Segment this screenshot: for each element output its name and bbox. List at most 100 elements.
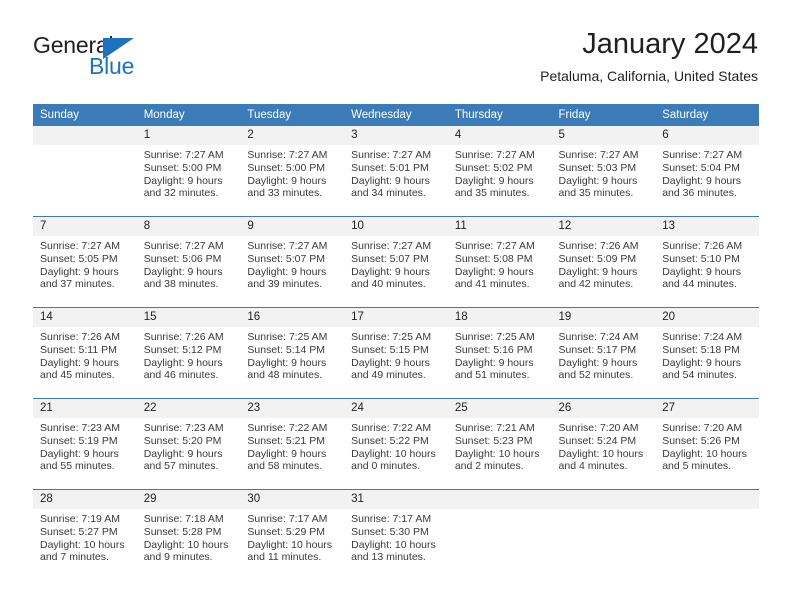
daylight-text-line2: and 39 minutes.	[247, 278, 323, 291]
day-details: Sunrise: 7:25 AM Sunset: 5:14 PM Daylight:…	[240, 327, 344, 382]
calendar-day-cell[interactable]: 8 Sunrise: 7:27 AM Sunset: 5:06 PM Daylight…	[136, 216, 241, 308]
sunset-text: Sunset: 5:15 PM	[351, 343, 429, 356]
calendar-day-cell[interactable]: 3 Sunrise: 7:27 AM Sunset: 5:01 PM Daylight…	[344, 126, 448, 217]
daylight-text-line1: Daylight: 9 hours	[143, 174, 223, 187]
calendar-day-cell[interactable]: 12 Sunrise: 7:26 AM Sunset: 5:09 PM Dayligh…	[551, 216, 656, 308]
day-details: Sunrise: 7:27 AM Sunset: 5:01 PM Daylight:…	[344, 145, 448, 200]
daylight-text-line1: Daylight: 9 hours	[247, 265, 327, 278]
sunrise-text: Sunrise: 7:27 AM	[454, 149, 535, 161]
sunset-text: Sunset: 5:10 PM	[662, 252, 740, 265]
day-details: Sunrise: 7:21 AM Sunset: 5:23 PM Daylight:…	[448, 418, 552, 473]
daylight-text-line2: and 44 minutes.	[662, 278, 737, 291]
calendar-day-cell[interactable]: 23 Sunrise: 7:22 AM Sunset: 5:21 PM Dayligh…	[240, 398, 345, 490]
day-number: 15	[136, 308, 241, 327]
calendar-cell-empty	[33, 126, 137, 217]
daylight-text-line1: Daylight: 10 hours	[454, 447, 540, 460]
day-details: Sunrise: 7:18 AM Sunset: 5:28 PM Daylight:…	[137, 509, 241, 564]
day-details: Sunrise: 7:24 AM Sunset: 5:17 PM Daylight:…	[552, 327, 656, 382]
day-details: Sunrise: 7:27 AM Sunset: 5:00 PM Daylight:…	[240, 145, 344, 200]
daylight-text-line1: Daylight: 10 hours	[40, 538, 125, 551]
daylight-text-line2: and 48 minutes.	[247, 369, 323, 382]
daylight-text-line1: Daylight: 9 hours	[247, 356, 327, 369]
day-number: 17	[344, 308, 448, 327]
calendar-day-cell[interactable]: 6 Sunrise: 7:27 AM Sunset: 5:04 PM Daylight…	[655, 126, 759, 217]
sunrise-text: Sunrise: 7:21 AM	[454, 422, 535, 434]
daylight-text-line2: and 38 minutes.	[143, 278, 219, 291]
calendar-day-cell[interactable]: 1 Sunrise: 7:27 AM Sunset: 5:00 PM Daylight…	[136, 126, 241, 217]
calendar-day-cell[interactable]: 21 Sunrise: 7:23 AM Sunset: 5:19 PM Dayligh…	[33, 398, 137, 490]
calendar-day-cell[interactable]: 28 Sunrise: 7:19 AM Sunset: 5:27 PM Dayligh…	[33, 489, 137, 580]
day-details: Sunrise: 7:23 AM Sunset: 5:19 PM Daylight:…	[33, 418, 137, 473]
day-details: Sunrise: 7:27 AM Sunset: 5:00 PM Daylight:…	[137, 145, 241, 200]
calendar-week-row: 21 Sunrise: 7:23 AM Sunset: 5:19 PM Dayligh…	[33, 398, 759, 490]
brand-logo[interactable]: General Blue	[33, 32, 183, 82]
calendar-day-cell[interactable]: 25 Sunrise: 7:21 AM Sunset: 5:23 PM Dayligh…	[447, 398, 552, 490]
daylight-text-line1: Daylight: 9 hours	[351, 265, 430, 278]
sunset-text: Sunset: 5:20 PM	[143, 434, 222, 447]
day-number: 28	[33, 490, 137, 509]
calendar-day-cell[interactable]: 9 Sunrise: 7:27 AM Sunset: 5:07 PM Daylight…	[240, 216, 345, 308]
sunrise-text: Sunrise: 7:24 AM	[662, 331, 743, 343]
day-number: 16	[240, 308, 345, 327]
sunset-text: Sunset: 5:14 PM	[247, 343, 326, 356]
calendar-day-cell[interactable]: 2 Sunrise: 7:27 AM Sunset: 5:00 PM Daylight…	[240, 126, 345, 217]
daylight-text-line2: and 46 minutes.	[143, 369, 219, 382]
calendar-day-cell[interactable]: 14 Sunrise: 7:26 AM Sunset: 5:11 PM Dayligh…	[33, 307, 137, 399]
calendar-day-cell[interactable]: 5 Sunrise: 7:27 AM Sunset: 5:03 PM Daylight…	[551, 126, 656, 217]
sunrise-text: Sunrise: 7:26 AM	[662, 240, 743, 252]
calendar-day-cell[interactable]: 19 Sunrise: 7:24 AM Sunset: 5:17 PM Dayligh…	[551, 307, 656, 399]
daylight-text-line2: and 55 minutes.	[40, 460, 115, 473]
day-number: 6	[655, 126, 759, 145]
sunset-text: Sunset: 5:12 PM	[143, 343, 222, 356]
sunrise-text: Sunrise: 7:27 AM	[351, 149, 432, 161]
calendar-day-cell[interactable]: 7 Sunrise: 7:27 AM Sunset: 5:05 PM Daylight…	[33, 216, 137, 308]
daylight-text-line1: Daylight: 9 hours	[40, 265, 119, 278]
sunset-text: Sunset: 5:18 PM	[662, 343, 740, 356]
calendar-day-cell[interactable]: 18 Sunrise: 7:25 AM Sunset: 5:16 PM Dayligh…	[447, 307, 552, 399]
sunrise-text: Sunrise: 7:26 AM	[558, 240, 639, 252]
calendar-day-cell[interactable]: 26 Sunrise: 7:20 AM Sunset: 5:24 PM Dayligh…	[551, 398, 656, 490]
calendar-day-cell[interactable]: 31 Sunrise: 7:17 AM Sunset: 5:30 PM Dayligh…	[344, 489, 448, 580]
daylight-text-line2: and 41 minutes.	[454, 278, 530, 291]
daylight-text-line2: and 5 minutes.	[662, 460, 732, 473]
calendar-day-cell[interactable]: 20 Sunrise: 7:24 AM Sunset: 5:18 PM Dayligh…	[655, 307, 759, 399]
brand-name-blue: Blue	[89, 53, 135, 79]
day-number: 11	[447, 217, 552, 236]
day-details: Sunrise: 7:19 AM Sunset: 5:27 PM Daylight:…	[33, 509, 137, 564]
daylight-text-line2: and 52 minutes.	[558, 369, 634, 382]
calendar-day-cell[interactable]: 17 Sunrise: 7:25 AM Sunset: 5:15 PM Dayligh…	[344, 307, 448, 399]
sunrise-text: Sunrise: 7:25 AM	[351, 331, 432, 343]
calendar-day-cell[interactable]: 13 Sunrise: 7:26 AM Sunset: 5:10 PM Dayligh…	[655, 216, 759, 308]
daylight-text-line1: Daylight: 9 hours	[247, 447, 327, 460]
daylight-text-line1: Daylight: 9 hours	[247, 174, 327, 187]
daylight-text-line2: and 57 minutes.	[143, 460, 219, 473]
daylight-text-line1: Daylight: 9 hours	[454, 265, 534, 278]
day-details: Sunrise: 7:22 AM Sunset: 5:21 PM Daylight:…	[240, 418, 344, 473]
daylight-text-line1: Daylight: 10 hours	[351, 447, 436, 460]
day-number: 30	[240, 490, 345, 509]
day-details: Sunrise: 7:26 AM Sunset: 5:10 PM Daylight:…	[655, 236, 759, 291]
calendar-day-cell[interactable]: 4 Sunrise: 7:27 AM Sunset: 5:02 PM Daylight…	[447, 126, 552, 217]
sunrise-text: Sunrise: 7:27 AM	[247, 240, 328, 252]
sunset-text: Sunset: 5:16 PM	[454, 343, 533, 356]
sunrise-text: Sunrise: 7:18 AM	[143, 513, 224, 525]
daylight-text-line2: and 35 minutes.	[454, 187, 530, 200]
calendar-day-cell[interactable]: 29 Sunrise: 7:18 AM Sunset: 5:28 PM Dayligh…	[136, 489, 241, 580]
weekday-header-monday: Monday	[136, 104, 241, 126]
day-number: 20	[655, 308, 759, 327]
calendar-day-cell[interactable]: 11 Sunrise: 7:27 AM Sunset: 5:08 PM Dayligh…	[447, 216, 552, 308]
calendar-day-cell[interactable]: 22 Sunrise: 7:23 AM Sunset: 5:20 PM Dayligh…	[136, 398, 241, 490]
calendar-day-cell[interactable]: 24 Sunrise: 7:22 AM Sunset: 5:22 PM Dayligh…	[344, 398, 448, 490]
day-number: 7	[33, 217, 137, 236]
calendar-day-cell[interactable]: 10 Sunrise: 7:27 AM Sunset: 5:07 PM Dayligh…	[344, 216, 448, 308]
calendar-day-cell[interactable]: 15 Sunrise: 7:26 AM Sunset: 5:12 PM Dayligh…	[136, 307, 241, 399]
calendar-day-cell[interactable]: 30 Sunrise: 7:17 AM Sunset: 5:29 PM Dayligh…	[240, 489, 345, 580]
calendar-day-cell[interactable]: 16 Sunrise: 7:25 AM Sunset: 5:14 PM Dayligh…	[240, 307, 345, 399]
daylight-text-line1: Daylight: 9 hours	[662, 174, 742, 187]
sunrise-text: Sunrise: 7:22 AM	[247, 422, 328, 434]
day-number: 26	[551, 399, 656, 418]
sunrise-text: Sunrise: 7:25 AM	[247, 331, 328, 343]
calendar-day-cell[interactable]: 27 Sunrise: 7:20 AM Sunset: 5:26 PM Dayligh…	[655, 398, 759, 490]
daylight-text-line1: Daylight: 10 hours	[662, 447, 747, 460]
daylight-text-line1: Daylight: 10 hours	[351, 538, 436, 551]
